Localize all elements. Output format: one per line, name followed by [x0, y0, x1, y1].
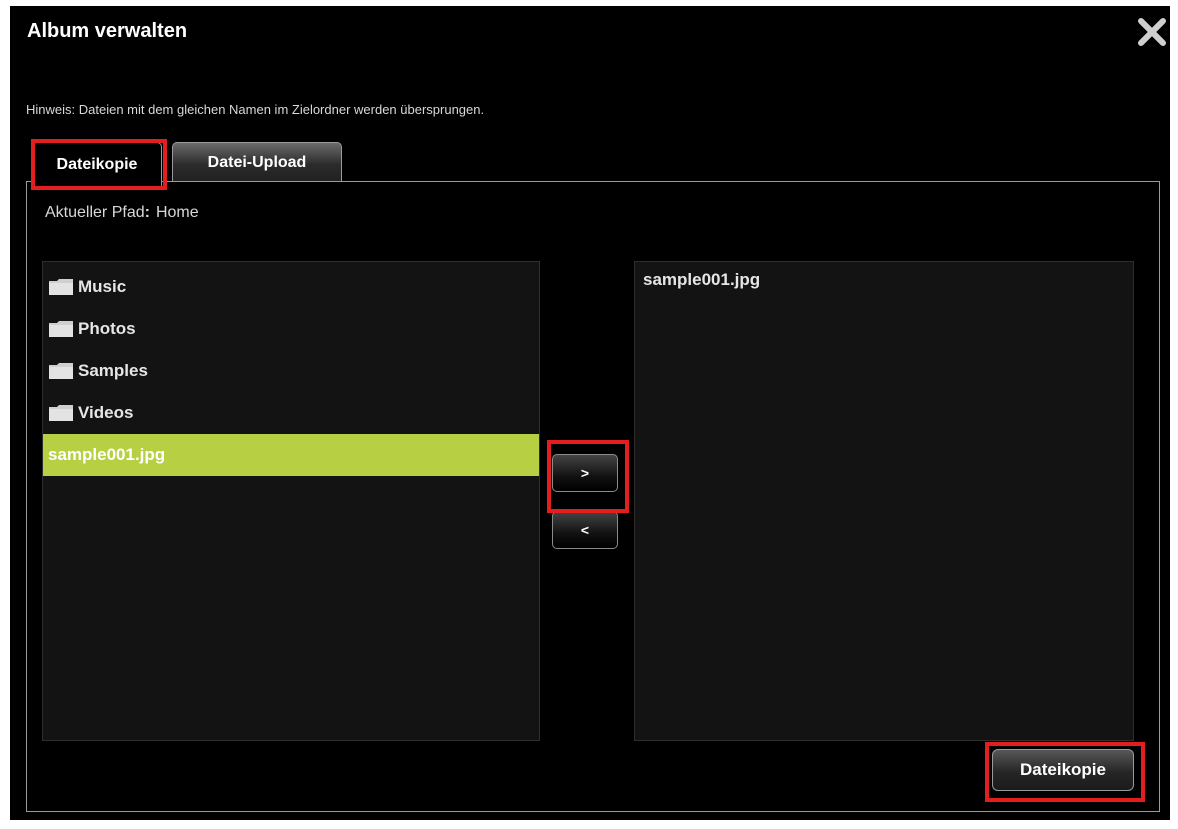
hint-text: Hinweis: Dateien mit dem gleichen Namen …	[26, 102, 485, 117]
list-item-label: Music	[78, 277, 127, 296]
path-value: Home	[155, 204, 199, 221]
folder-icon	[49, 321, 73, 337]
list-item-target-file[interactable]: sample001.jpg	[643, 270, 760, 290]
folder-icon	[49, 363, 73, 379]
list-item-folder-photos[interactable]: Photos	[43, 308, 539, 350]
list-item-label: sample001.jpg	[48, 445, 166, 464]
folder-icon	[49, 279, 73, 295]
list-item-folder-music[interactable]: Music	[43, 266, 539, 308]
tab-datei-upload[interactable]: Datei-Upload	[172, 142, 342, 182]
dialog-title: Album verwalten	[27, 20, 188, 42]
list-item-label: Videos	[78, 403, 134, 422]
folder-icon	[49, 405, 73, 421]
move-left-button[interactable]: <	[552, 511, 618, 549]
path-label: Aktueller Pfad	[45, 204, 145, 221]
target-file-list[interactable]: sample001.jpg	[634, 261, 1134, 741]
tab-dateikopie[interactable]: Dateikopie	[32, 142, 162, 186]
list-item-file-selected[interactable]: sample001.jpg	[43, 434, 539, 476]
list-item-folder-samples[interactable]: Samples	[43, 350, 539, 392]
move-right-button[interactable]: >	[552, 454, 618, 492]
close-icon	[1138, 18, 1166, 46]
source-file-list[interactable]: Music Photos Samples Videos sample001.jp	[42, 261, 540, 741]
album-dialog: Album verwalten Hinweis: Dateien mit dem…	[10, 6, 1170, 820]
list-item-label: Samples	[78, 361, 148, 380]
close-button[interactable]	[1134, 14, 1170, 50]
list-item-folder-videos[interactable]: Videos	[43, 392, 539, 434]
path-colon: :	[144, 204, 150, 221]
list-item-label: Photos	[78, 319, 136, 338]
current-path: Aktueller Pfad: Home	[45, 204, 199, 222]
copy-files-button[interactable]: Dateikopie	[992, 749, 1134, 791]
